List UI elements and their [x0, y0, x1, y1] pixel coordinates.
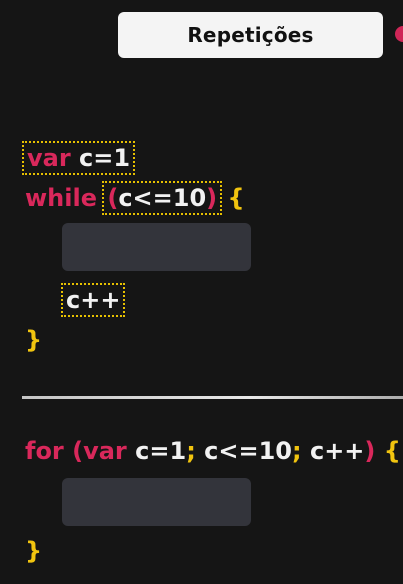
- for-condition: c<=10: [204, 437, 292, 465]
- for-open-brace: {: [383, 437, 401, 465]
- while-close-paren: ): [206, 184, 218, 212]
- for-close-paren: ): [364, 437, 376, 465]
- while-open-paren: (: [107, 184, 119, 212]
- for-close-brace-line: }: [25, 536, 42, 566]
- increment-highlight: c++: [60, 283, 126, 317]
- while-line: while (c<=10) {: [25, 181, 245, 215]
- for-init: c=1: [135, 437, 187, 465]
- for-increment: c++: [309, 437, 365, 465]
- while-close-brace: }: [25, 326, 43, 354]
- while-body-placeholder: [62, 223, 251, 271]
- section-divider: [22, 396, 403, 399]
- var-keyword: var: [27, 144, 71, 172]
- accent-dot: [395, 26, 403, 42]
- increment-line: c++: [60, 283, 126, 317]
- for-keyword: for: [25, 437, 64, 465]
- title-text: Repetições: [187, 23, 314, 47]
- for-separator-2: ;: [292, 437, 302, 465]
- for-close-brace: }: [25, 537, 43, 565]
- while-keyword: while: [25, 184, 97, 212]
- title-banner: Repetições: [118, 12, 383, 58]
- while-open-brace: {: [227, 184, 245, 212]
- var-declaration-line: var c=1: [21, 141, 136, 175]
- var-assignment: c=1: [79, 144, 131, 172]
- for-separator-1: ;: [186, 437, 196, 465]
- for-open-paren: (: [72, 437, 84, 465]
- for-body-placeholder: [62, 478, 251, 526]
- for-var-keyword: var: [83, 437, 127, 465]
- while-condition-highlight: (c<=10): [102, 181, 223, 215]
- while-close-brace-line: }: [25, 325, 42, 355]
- for-line: for (var c=1; c<=10; c++) {: [25, 436, 401, 466]
- while-condition: c<=10: [118, 184, 207, 212]
- var-declaration-highlight: var c=1: [21, 141, 136, 175]
